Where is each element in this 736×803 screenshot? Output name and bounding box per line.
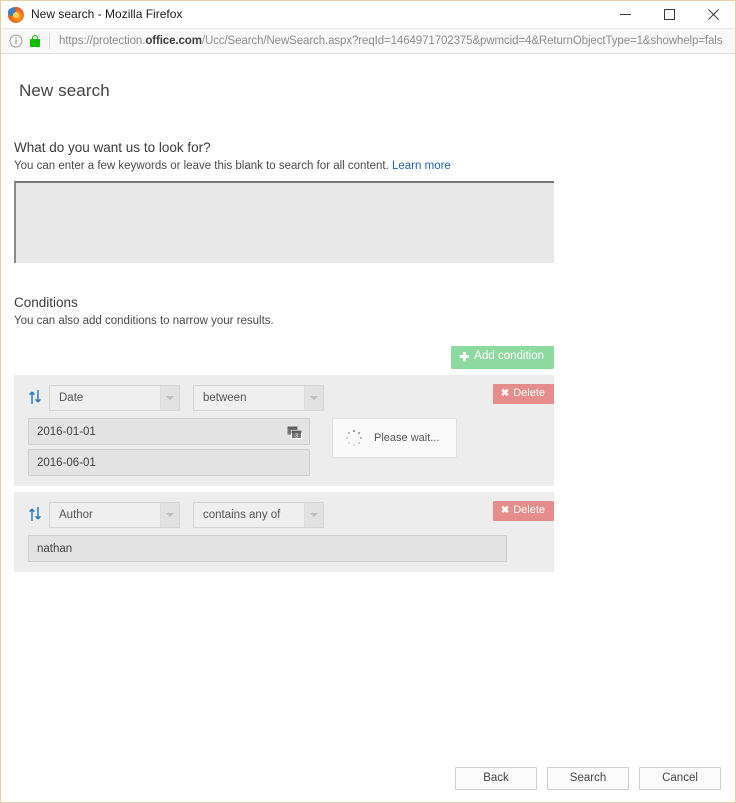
look-for-heading: What do you want us to look for?	[14, 140, 211, 155]
page-inner: What do you want us to look for? You can…	[1, 140, 735, 572]
window-controls	[603, 1, 735, 28]
add-condition-button[interactable]: ✚ Add condition	[451, 346, 554, 369]
url-bar[interactable]: https://protection.office.com/Ucc/Search…	[1, 28, 735, 54]
condition-row: Author contains any of ✖ Delete nathan	[14, 492, 554, 572]
condition-operator-select[interactable]: between	[193, 385, 324, 411]
condition-field-value: Author	[59, 509, 93, 521]
condition-operator-value: between	[203, 392, 247, 404]
condition-operator-select[interactable]: contains any of	[193, 502, 324, 528]
url-text: https://protection.office.com/Ucc/Search…	[59, 35, 722, 47]
condition-field-select[interactable]: Date	[49, 385, 180, 411]
sort-updown-icon[interactable]	[28, 389, 42, 405]
condition-field-select[interactable]: Author	[49, 502, 180, 528]
condition-field-value: Date	[59, 392, 84, 404]
delete-condition-label: Delete	[513, 504, 545, 516]
chevron-down-icon	[304, 386, 323, 410]
calendar-picker-icon[interactable]: 3	[287, 425, 302, 439]
look-for-subtext: You can enter a few keywords or leave th…	[14, 159, 721, 173]
page-content: New search What do you want us to look f…	[1, 54, 735, 802]
padlock-secure-icon[interactable]	[29, 34, 41, 48]
minimize-icon[interactable]	[603, 1, 647, 28]
condition-values: 2016-01-01 3 2016-06-01 Please wait...	[14, 418, 554, 476]
title-bar: New search - Mozilla Firefox	[1, 1, 735, 28]
cancel-button[interactable]: Cancel	[639, 766, 721, 790]
loading-status-text: Please wait...	[374, 432, 440, 444]
close-icon[interactable]	[691, 1, 735, 28]
close-x-icon: ✖	[500, 504, 510, 516]
author-value: nathan	[37, 542, 73, 555]
browser-window: New search - Mozilla Firefox https://pro…	[0, 0, 736, 803]
footer-actions: Back Search Cancel	[1, 754, 735, 802]
maximize-icon[interactable]	[647, 1, 691, 28]
date-range-inputs: 2016-01-01 3 2016-06-01	[28, 418, 310, 476]
page-info-icon[interactable]	[9, 34, 23, 48]
keywords-textarea[interactable]	[14, 181, 554, 263]
chevron-down-icon	[160, 386, 179, 410]
add-condition-row: ✚ Add condition	[14, 346, 554, 369]
chevron-down-icon	[160, 503, 179, 527]
condition-controls: Date between	[14, 385, 554, 411]
condition-controls: Author contains any of	[14, 502, 554, 528]
conditions-heading: Conditions	[14, 295, 78, 310]
firefox-logo-icon	[6, 6, 24, 23]
search-button[interactable]: Search	[547, 766, 629, 790]
sort-updown-icon[interactable]	[28, 506, 42, 522]
loading-spinner-icon	[344, 428, 364, 448]
delete-condition-label: Delete	[513, 387, 545, 399]
plus-icon: ✚	[459, 350, 470, 364]
url-scheme: https://protection.	[59, 35, 146, 47]
look-for-subtext-text: You can enter a few keywords or leave th…	[14, 160, 389, 172]
learn-more-link[interactable]: Learn more	[392, 160, 451, 172]
add-condition-label: Add condition	[474, 350, 544, 363]
back-button[interactable]: Back	[455, 766, 537, 790]
page-title: New search	[19, 81, 110, 100]
svg-text:3: 3	[295, 433, 298, 439]
conditions-subtext: You can also add conditions to narrow yo…	[14, 315, 274, 327]
date-to-input[interactable]: 2016-06-01	[28, 449, 310, 476]
url-path: /Ucc/Search/NewSearch.aspx?reqId=1464971…	[201, 35, 723, 47]
date-from-value: 2016-01-01	[37, 425, 96, 438]
chevron-down-icon	[304, 503, 323, 527]
condition-row: Date between ✖ Delete 2016-01-01 3 2016-…	[14, 375, 554, 486]
delete-condition-button[interactable]: ✖ Delete	[492, 384, 554, 404]
url-separator	[49, 33, 50, 49]
close-x-icon: ✖	[500, 387, 510, 399]
loading-status-box: Please wait...	[332, 418, 457, 458]
window-title: New search - Mozilla Firefox	[31, 7, 183, 21]
condition-values: nathan	[14, 535, 554, 562]
delete-condition-button[interactable]: ✖ Delete	[492, 501, 554, 521]
date-to-value: 2016-06-01	[37, 456, 96, 469]
url-host: office.com	[145, 35, 202, 47]
condition-operator-value: contains any of	[203, 509, 281, 521]
author-input[interactable]: nathan	[28, 535, 507, 562]
date-from-input[interactable]: 2016-01-01 3	[28, 418, 310, 445]
